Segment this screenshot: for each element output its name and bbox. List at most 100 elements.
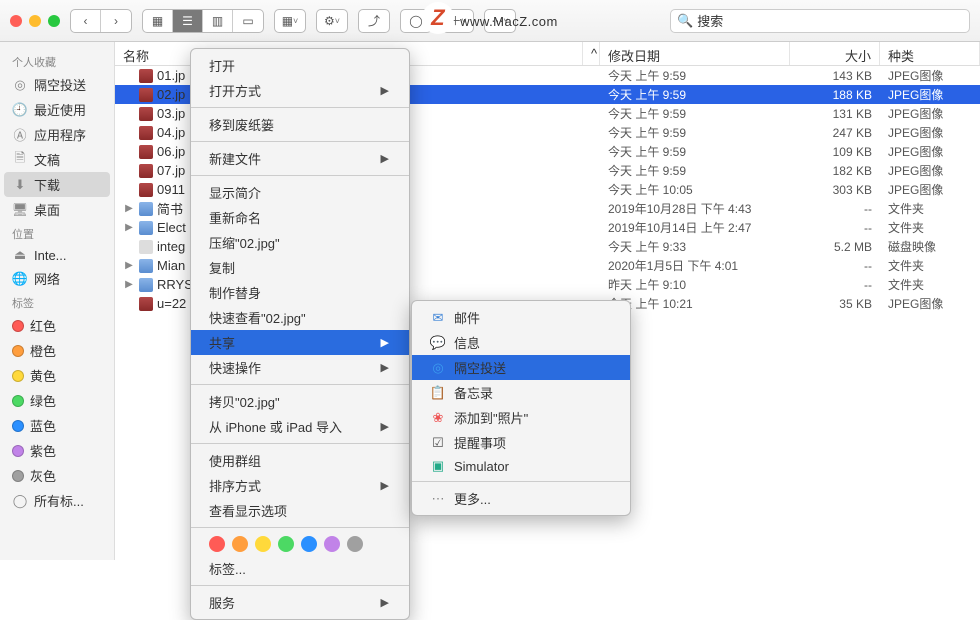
menu-item[interactable]: 使用群组: [191, 448, 409, 473]
toolbar: ‹ › ▦ ☰ ▥ ▭ ▦ ˅ ⚙ ˅ ⤴︎ ◯ ＋ ˅ ⋯ ˅ 🔍搜索: [0, 0, 980, 42]
close-icon[interactable]: [10, 15, 22, 27]
app-icon: ◎: [430, 360, 446, 376]
sidebar-tag[interactable]: 橙色: [0, 338, 114, 363]
submenu-item[interactable]: ❀添加到"照片": [412, 405, 630, 430]
sidebar-tag[interactable]: 黄色: [0, 363, 114, 388]
menu-item[interactable]: 压缩"02.jpg": [191, 230, 409, 255]
submenu-item[interactable]: ⋯更多...: [412, 486, 630, 511]
view-icon-button[interactable]: ▦: [143, 10, 173, 32]
sidebar-tag[interactable]: 灰色: [0, 463, 114, 488]
col-kind[interactable]: 种类: [880, 42, 980, 65]
minimize-icon[interactable]: [29, 15, 41, 27]
sidebar-tag[interactable]: 紫色: [0, 438, 114, 463]
sidebar-icon: ◎: [12, 77, 28, 93]
file-icon: [139, 69, 153, 83]
tag-dot-icon: [12, 445, 24, 457]
menu-item[interactable]: 新建文件▶: [191, 146, 409, 171]
file-list: 名称 ^ 修改日期 大小 种类 01.jp今天 上午 9:59143 KBJPE…: [115, 42, 980, 560]
app-icon: 💬: [430, 335, 446, 351]
action-button[interactable]: ⚙ ˅: [316, 9, 348, 33]
sidebar-favorites-label: 个人收藏: [0, 50, 114, 72]
tags-button[interactable]: ◯: [400, 9, 432, 33]
share-button[interactable]: ⤴︎: [358, 9, 390, 33]
file-icon: [139, 107, 153, 121]
sidebar-tag[interactable]: 红色: [0, 313, 114, 338]
sidebar-icon: ⬇︎: [12, 177, 28, 193]
sidebar-icon: Ⓐ: [12, 127, 28, 143]
sidebar-item[interactable]: ◎隔空投送: [0, 72, 114, 97]
sidebar-icon: 🗎: [12, 152, 28, 168]
window-controls[interactable]: [10, 15, 60, 27]
view-list-button[interactable]: ☰: [173, 10, 203, 32]
app-icon: ❀: [430, 410, 446, 426]
menu-item[interactable]: 拷贝"02.jpg": [191, 389, 409, 414]
app-icon: ⋯: [430, 491, 446, 507]
menu-item[interactable]: 排序方式▶: [191, 473, 409, 498]
file-icon: [139, 88, 153, 102]
submenu-item[interactable]: ◎隔空投送: [412, 355, 630, 380]
menu-item[interactable]: 快速操作▶: [191, 355, 409, 380]
submenu-item[interactable]: ▣Simulator: [412, 455, 630, 477]
arrange-button[interactable]: ▦ ˅: [274, 9, 306, 33]
sidebar-item[interactable]: 🕘最近使用: [0, 97, 114, 122]
file-icon: [139, 202, 153, 216]
sidebar-item[interactable]: ⏏Inte...: [0, 244, 114, 266]
tag-dot-icon: [12, 345, 24, 357]
col-size[interactable]: 大小: [790, 42, 880, 65]
forward-button[interactable]: ›: [101, 10, 131, 32]
menu-item[interactable]: 显示简介: [191, 180, 409, 205]
new-folder-button[interactable]: ＋ ˅: [442, 9, 474, 33]
sidebar-icon: 🌐: [12, 271, 28, 287]
file-icon: [139, 145, 153, 159]
menu-item[interactable]: 查看显示选项: [191, 498, 409, 523]
file-icon: [139, 259, 153, 273]
submenu-item[interactable]: 📋备忘录: [412, 380, 630, 405]
search-input[interactable]: 🔍搜索: [670, 9, 970, 33]
sidebar-icon: 🖥: [12, 202, 28, 218]
submenu-item[interactable]: 💬信息: [412, 330, 630, 355]
sidebar-tag[interactable]: 绿色: [0, 388, 114, 413]
tag-dot-icon: [12, 320, 24, 332]
menu-item[interactable]: 快速查看"02.jpg": [191, 305, 409, 330]
menu-item[interactable]: 重新命名: [191, 205, 409, 230]
sidebar-item[interactable]: Ⓐ应用程序: [0, 122, 114, 147]
menu-item[interactable]: 打开: [191, 53, 409, 78]
col-date[interactable]: 修改日期: [600, 42, 790, 65]
share-submenu: ✉︎邮件💬信息◎隔空投送📋备忘录❀添加到"照片"☑︎提醒事项▣Simulator…: [411, 300, 631, 516]
finder-extra-button[interactable]: ⋯ ˅: [484, 9, 516, 33]
app-icon: ☑︎: [430, 435, 446, 451]
nav-buttons: ‹ ›: [70, 9, 132, 33]
tag-dot-icon: [12, 370, 24, 382]
sidebar-item[interactable]: 🌐网络: [0, 266, 114, 291]
zoom-icon[interactable]: [48, 15, 60, 27]
sidebar: 个人收藏 ◎隔空投送🕘最近使用Ⓐ应用程序🗎文稿⬇︎下载🖥桌面 位置 ⏏Inte.…: [0, 42, 115, 560]
search-icon: 🔍: [677, 13, 693, 29]
menu-item[interactable]: 移到废纸篓: [191, 112, 409, 137]
menu-item[interactable]: 打开方式▶: [191, 78, 409, 103]
sidebar-tags-label: 标签: [0, 291, 114, 313]
menu-item[interactable]: 制作替身: [191, 280, 409, 305]
file-icon: [139, 278, 153, 292]
sidebar-item[interactable]: 🖥桌面: [0, 197, 114, 222]
back-button[interactable]: ‹: [71, 10, 101, 32]
sidebar-item[interactable]: 🗎文稿: [0, 147, 114, 172]
sidebar-icon: ⏏: [12, 247, 28, 263]
submenu-item[interactable]: ✉︎邮件: [412, 305, 630, 330]
context-menu: 打开打开方式▶ 移到废纸篓新建文件▶ 显示简介重新命名压缩"02.jpg"复制制作替…: [190, 48, 410, 620]
view-gallery-button[interactable]: ▭: [233, 10, 263, 32]
sidebar-tag[interactable]: 蓝色: [0, 413, 114, 438]
menu-item[interactable]: 从 iPhone 或 iPad 导入▶: [191, 414, 409, 439]
menu-item[interactable]: 服务▶: [191, 590, 409, 615]
menu-item[interactable]: 共享▶: [191, 330, 409, 355]
sidebar-item[interactable]: ⬇︎下载: [4, 172, 110, 197]
sidebar-tag[interactable]: ◯所有标...: [0, 488, 114, 513]
submenu-item[interactable]: ☑︎提醒事项: [412, 430, 630, 455]
view-column-button[interactable]: ▥: [203, 10, 233, 32]
app-icon: ✉︎: [430, 310, 446, 326]
sidebar-icon: 🕘: [12, 102, 28, 118]
tag-color-row[interactable]: [191, 532, 409, 556]
view-buttons: ▦ ☰ ▥ ▭: [142, 9, 264, 33]
menu-item[interactable]: 复制: [191, 255, 409, 280]
app-icon: 📋: [430, 385, 446, 401]
file-icon: [139, 221, 153, 235]
